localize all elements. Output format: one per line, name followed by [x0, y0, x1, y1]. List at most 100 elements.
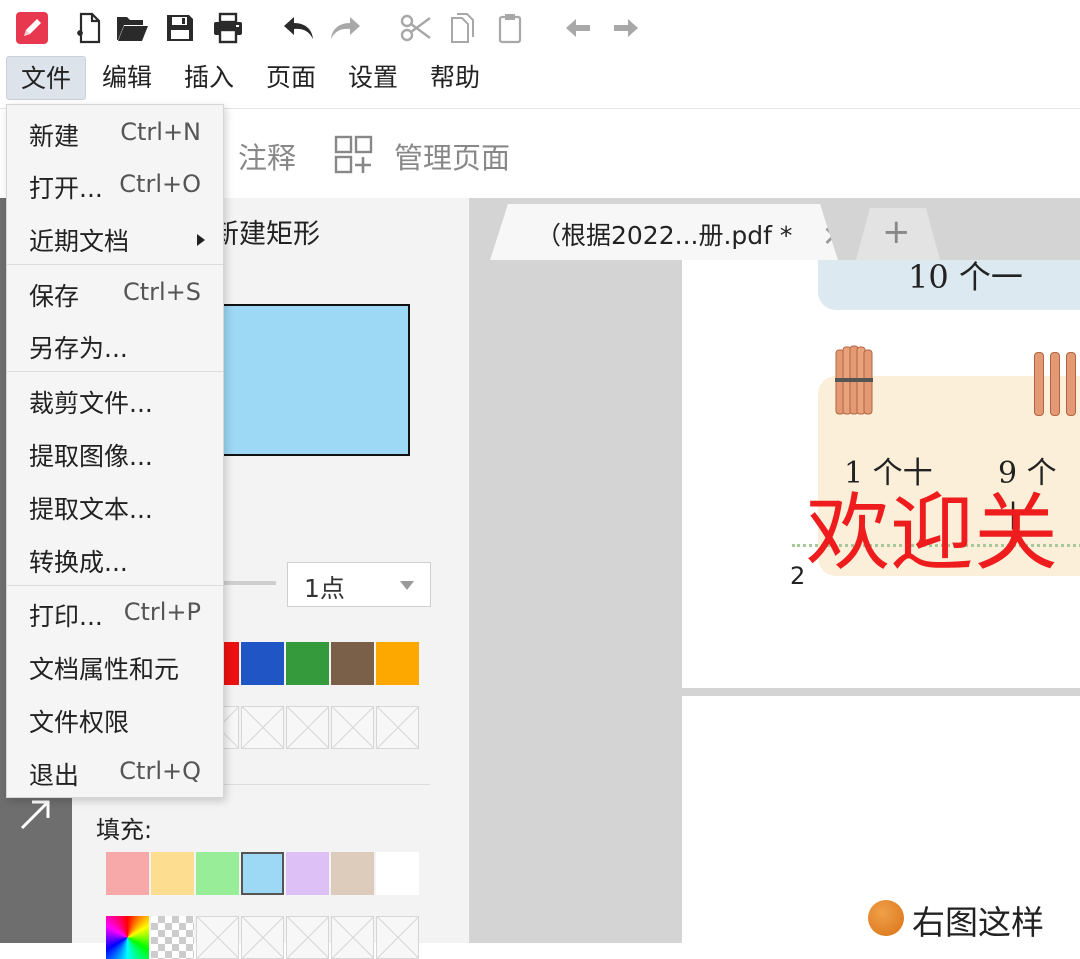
pdf-page[interactable]: 右图这样 [682, 696, 1080, 956]
back-arrow-icon[interactable] [560, 10, 596, 46]
menu-item-shortcut: Ctrl+S [122, 278, 201, 306]
pdf-page[interactable]: 10 个一 1 个十 9 个十 欢迎关 2 [682, 260, 1080, 688]
menu-help[interactable]: 帮助 [416, 56, 494, 100]
open-folder-icon[interactable] [114, 10, 150, 46]
manage-pages-button[interactable]: 管理页面 [394, 135, 510, 177]
page-bottom-text: 右图这样 [912, 903, 1044, 942]
page-number: 2 [790, 562, 806, 590]
plus-icon: + [882, 212, 911, 252]
file-menu-new[interactable]: 新建 Ctrl+N [7, 107, 223, 157]
close-icon[interactable]: ✕ [822, 220, 838, 253]
menu-item-shortcut: Ctrl+O [119, 170, 201, 198]
menu-item-label: 提取文本... [29, 495, 153, 524]
manage-pages-icon[interactable] [334, 135, 374, 175]
menu-item-label: 打开... [29, 174, 103, 203]
menu-separator [7, 264, 223, 265]
stroke-color-brown[interactable] [331, 642, 374, 685]
redo-icon[interactable] [328, 10, 364, 46]
stroke-color-orange[interactable] [376, 642, 419, 685]
menu-item-label: 打印... [29, 602, 103, 631]
stroke-color-blue[interactable] [241, 642, 284, 685]
fill-color-beige[interactable] [331, 852, 374, 895]
undo-icon[interactable] [280, 10, 316, 46]
menu-edit[interactable]: 编辑 [88, 56, 166, 100]
custom-swatch[interactable] [376, 706, 419, 749]
custom-swatch[interactable] [331, 706, 374, 749]
menu-item-label: 新建 [29, 122, 80, 151]
custom-swatch[interactable] [376, 916, 419, 959]
custom-swatch[interactable] [241, 706, 284, 749]
bullet-icon [868, 900, 904, 936]
file-menu-convert[interactable]: 转换成... [7, 533, 223, 583]
file-menu-properties[interactable]: 文档属性和元 [7, 640, 223, 690]
file-menu-open[interactable]: 打开... Ctrl+O [7, 159, 223, 209]
copy-icon[interactable] [444, 10, 480, 46]
custom-swatch[interactable] [286, 706, 329, 749]
stick-bundle-image [834, 344, 874, 416]
transparent-fill-swatch[interactable] [151, 916, 194, 959]
file-menu-extract-text[interactable]: 提取文本... [7, 480, 223, 530]
main-toolbar [0, 0, 1080, 56]
file-menu-dropdown: 新建 Ctrl+N 打开... Ctrl+O 近期文档 保存 Ctrl+S 另存… [6, 104, 224, 798]
app-pencil-icon[interactable] [14, 10, 50, 46]
menu-item-label: 文档属性和元 [29, 655, 180, 684]
stick-image [1034, 352, 1044, 416]
custom-swatch[interactable] [286, 916, 329, 959]
custom-swatch[interactable] [331, 916, 374, 959]
fill-label: 填充: [96, 816, 153, 844]
menu-item-label: 退出 [29, 761, 80, 790]
fill-color-white[interactable] [376, 852, 419, 895]
forward-arrow-icon[interactable] [608, 10, 644, 46]
color-picker-icon[interactable] [106, 916, 149, 959]
fill-color-lavender[interactable] [286, 852, 329, 895]
menu-item-label: 提取图像... [29, 442, 153, 471]
file-menu-extract-images[interactable]: 提取图像... [7, 427, 223, 477]
fill-color-lightblue[interactable] [241, 852, 284, 895]
menu-item-shortcut: Ctrl+N [120, 118, 201, 146]
fill-color-yellow[interactable] [151, 852, 194, 895]
menu-insert[interactable]: 插入 [170, 56, 248, 100]
menu-settings[interactable]: 设置 [334, 56, 412, 100]
menu-item-label: 保存 [29, 282, 80, 311]
fill-color-lightgreen[interactable] [196, 852, 239, 895]
file-menu-permissions[interactable]: 文件权限 [7, 693, 223, 743]
page-callout-box: 10 个一 [818, 260, 1080, 310]
chevron-down-icon [400, 581, 414, 590]
file-menu-save[interactable]: 保存 Ctrl+S [7, 267, 223, 317]
fill-color-pink[interactable] [106, 852, 149, 895]
watermark-stamp-text: 欢迎关 [806, 484, 1059, 582]
paste-icon[interactable] [492, 10, 528, 46]
print-icon[interactable] [210, 10, 246, 46]
stroke-color-green[interactable] [286, 642, 329, 685]
line-width-value: 1点 [304, 574, 345, 603]
new-file-icon[interactable] [70, 10, 106, 46]
panel-title: 新建矩形 [212, 219, 320, 250]
annotate-mode-button[interactable]: 注释 [238, 135, 296, 177]
arrow-tool-icon[interactable] [18, 796, 54, 832]
custom-swatch[interactable] [196, 916, 239, 959]
menu-separator [7, 585, 223, 586]
menu-item-shortcut: Ctrl+Q [119, 757, 201, 785]
menu-separator [7, 371, 223, 372]
file-menu-save-as[interactable]: 另存为... [7, 319, 223, 369]
page-top-text: 10 个一 [908, 260, 1023, 296]
file-menu-recent[interactable]: 近期文档 [7, 212, 223, 262]
cut-icon[interactable] [398, 10, 434, 46]
file-menu-print[interactable]: 打印... Ctrl+P [7, 587, 223, 637]
menu-bar: 文件 编辑 插入 页面 设置 帮助 [0, 56, 1080, 102]
menu-item-label: 近期文档 [29, 227, 130, 256]
menu-page[interactable]: 页面 [252, 56, 330, 100]
menu-item-label: 文件权限 [29, 708, 130, 737]
custom-swatch[interactable] [241, 916, 284, 959]
menu-item-label: 另存为... [29, 334, 128, 363]
file-menu-quit[interactable]: 退出 Ctrl+Q [7, 746, 223, 796]
line-width-dropdown[interactable]: 1点 [287, 562, 431, 607]
menu-item-label: 转换成... [29, 548, 128, 577]
document-tab[interactable]: （根据2022...册.pdf * ✕ [490, 204, 838, 260]
menu-file[interactable]: 文件 [6, 56, 87, 100]
file-menu-crop[interactable]: 裁剪文件... [7, 374, 223, 424]
tab-title: （根据2022...册.pdf * [536, 221, 793, 250]
new-tab-button[interactable]: + [856, 208, 940, 260]
stick-image [1050, 352, 1060, 416]
save-icon[interactable] [162, 10, 198, 46]
